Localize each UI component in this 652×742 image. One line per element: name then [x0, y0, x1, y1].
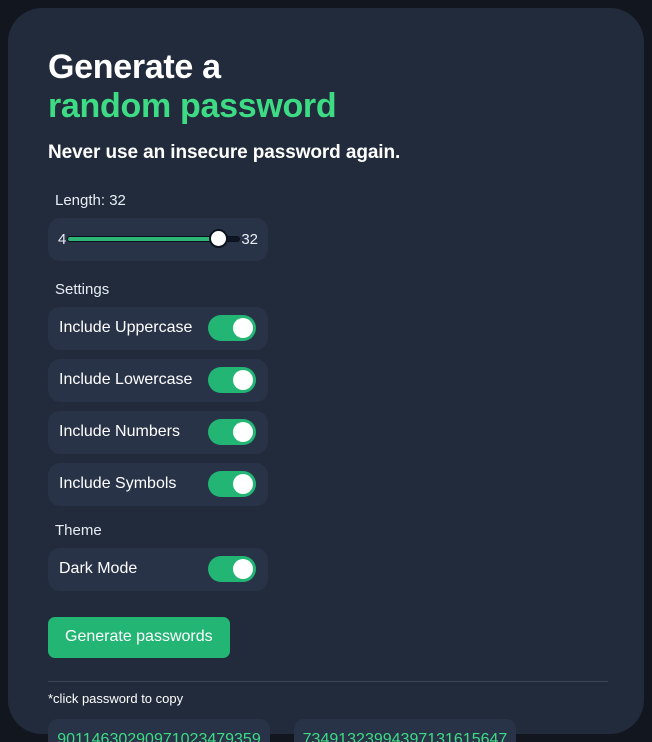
settings-label: Settings — [55, 280, 110, 298]
setting-label: Include Lowercase — [59, 371, 193, 388]
app-root: Generate a random password Never use an … — [0, 0, 652, 742]
toggle-include-uppercase[interactable] — [208, 315, 256, 341]
toggle-knob — [233, 474, 253, 494]
setting-label: Include Numbers — [59, 423, 180, 440]
toggle-knob — [233, 318, 253, 338]
setting-row-dark-mode[interactable]: Dark Mode — [48, 547, 268, 591]
slider-fill — [68, 237, 219, 241]
section-divider — [48, 680, 608, 682]
toggle-include-numbers[interactable] — [208, 419, 256, 445]
page-title-line-1: Generate a — [48, 48, 221, 86]
theme-label: Theme — [55, 521, 102, 539]
generate-passwords-button[interactable]: Generate passwords — [48, 616, 230, 658]
password-result-2[interactable]: 73491323994397131615647920716881 — [294, 718, 516, 742]
length-slider-panel[interactable]: 4 32 — [48, 217, 268, 261]
page-title: Generate a random password — [48, 32, 604, 126]
toggle-knob — [233, 422, 253, 442]
setting-label: Include Uppercase — [59, 319, 193, 336]
setting-label: Dark Mode — [59, 560, 138, 577]
password-generator-card: Generate a random password Never use an … — [8, 8, 644, 742]
slider-max-label: 32 — [241, 230, 258, 248]
password-result-1[interactable]: 90114630290971023479359035088549 — [48, 718, 270, 742]
setting-row-include-symbols[interactable]: Include Symbols — [48, 462, 268, 506]
password-results: 90114630290971023479359035088549 7349132… — [48, 718, 604, 742]
length-label: Length: 32 — [55, 191, 126, 209]
toggle-include-symbols[interactable] — [208, 471, 256, 497]
copy-hint: *click password to copy — [48, 690, 184, 706]
slider-min-label: 4 — [58, 230, 67, 248]
setting-row-include-lowercase[interactable]: Include Lowercase — [48, 358, 268, 402]
page-subtitle: Never use an insecure password again. — [48, 141, 401, 163]
toggle-knob — [233, 559, 253, 579]
toggle-dark-mode[interactable] — [208, 556, 256, 582]
setting-row-include-uppercase[interactable]: Include Uppercase — [48, 306, 268, 350]
toggle-knob — [233, 370, 253, 390]
length-slider[interactable] — [67, 229, 241, 249]
page-title-line-2: random password — [48, 86, 337, 125]
setting-row-include-numbers[interactable]: Include Numbers — [48, 410, 268, 454]
toggle-include-lowercase[interactable] — [208, 367, 256, 393]
slider-thumb[interactable] — [208, 229, 228, 248]
setting-label: Include Symbols — [59, 475, 177, 492]
